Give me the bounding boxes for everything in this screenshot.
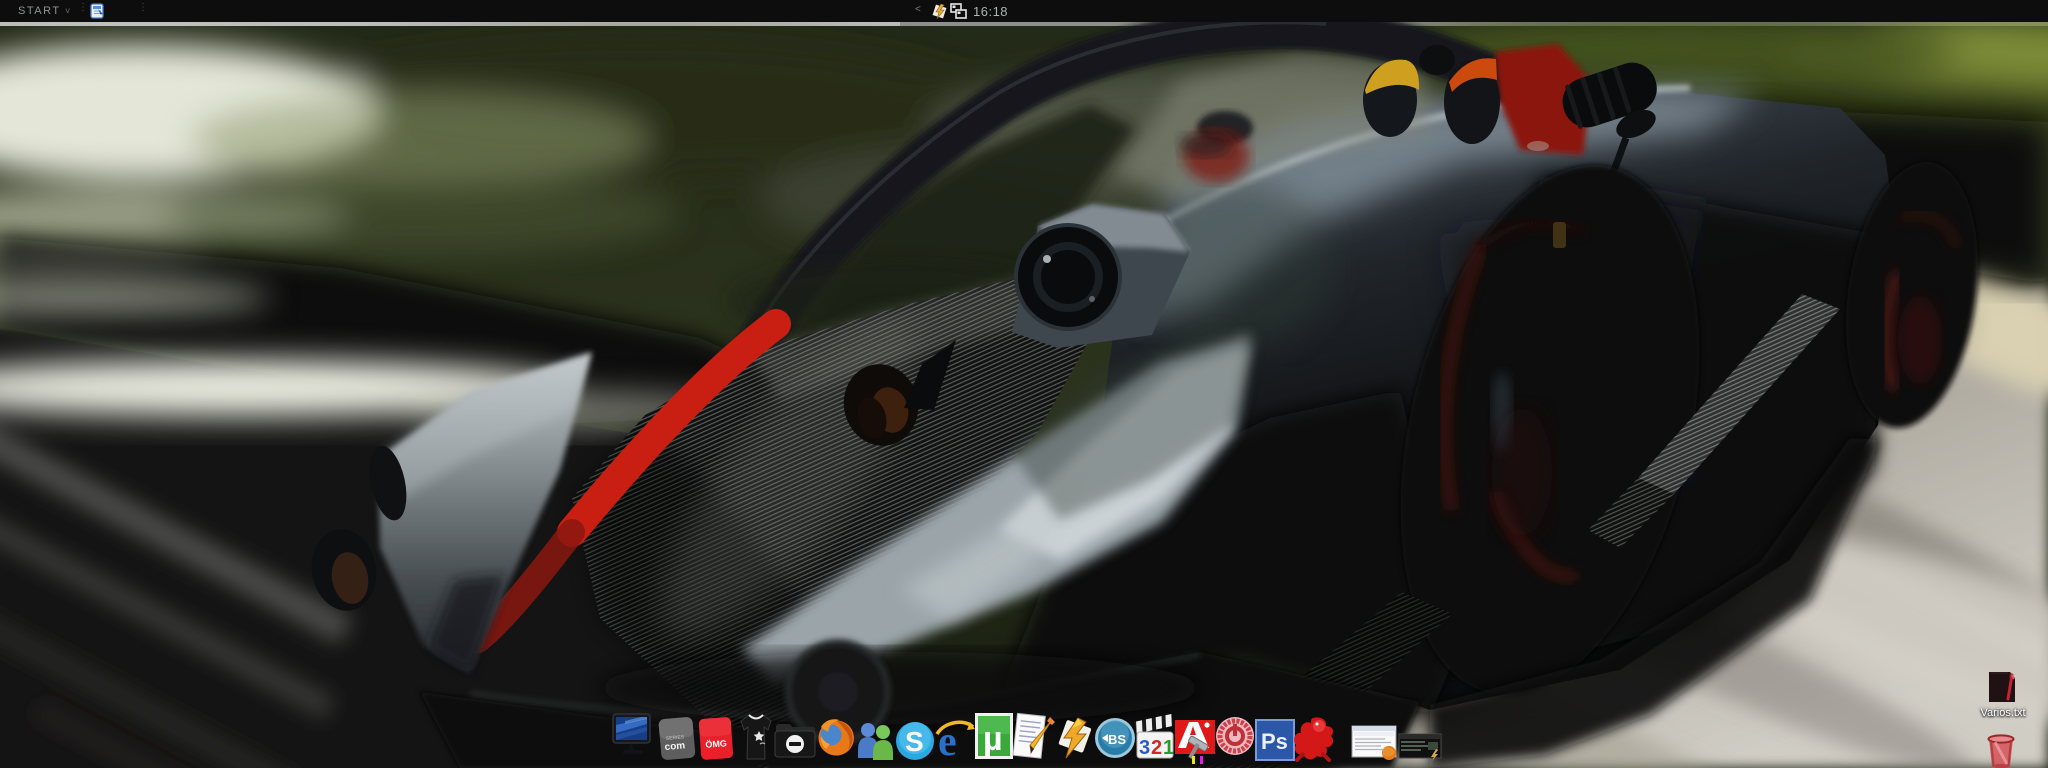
svg-text:µ: µ	[983, 720, 1003, 758]
svg-text:1: 1	[1163, 737, 1174, 759]
svg-text:com: com	[664, 740, 686, 753]
svg-text:Ps: Ps	[1261, 729, 1288, 754]
svg-text:S: S	[905, 726, 924, 757]
svg-text:ÖMG: ÖMG	[705, 738, 727, 749]
svg-text:2: 2	[1151, 737, 1162, 759]
svg-text:BS: BS	[1108, 732, 1126, 747]
svg-text:3: 3	[1139, 737, 1150, 759]
